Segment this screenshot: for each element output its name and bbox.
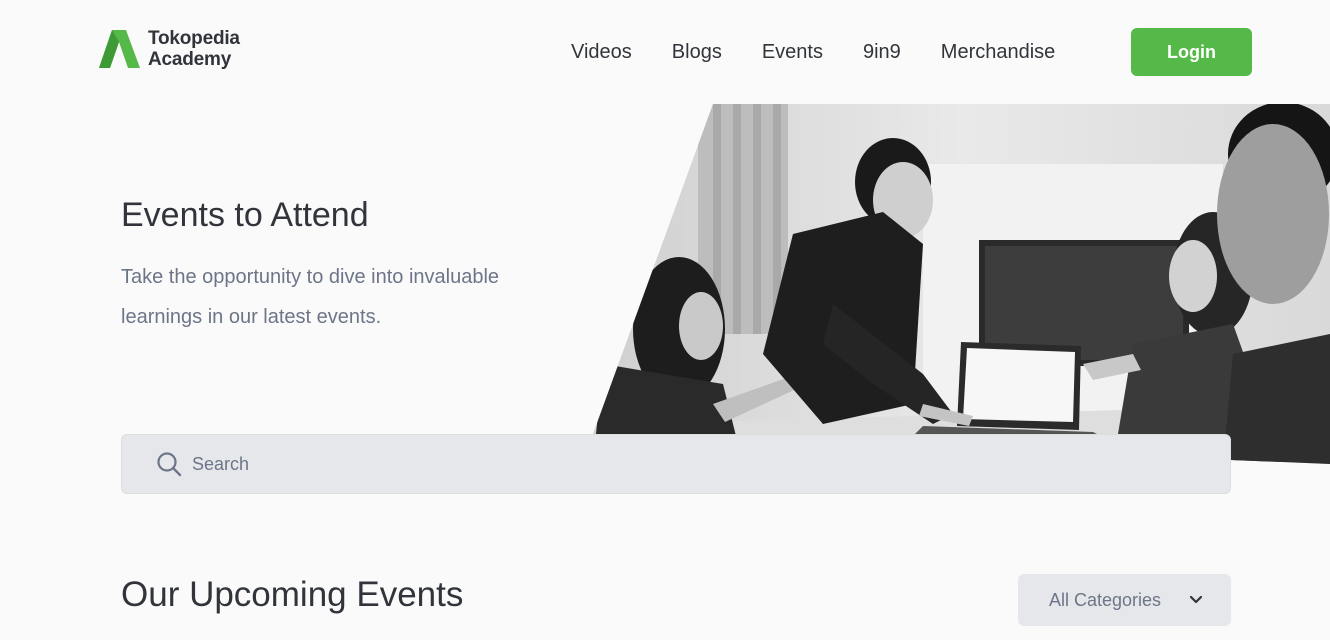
search-input[interactable] bbox=[192, 453, 1092, 475]
nav-item-merchandise[interactable]: Merchandise bbox=[941, 38, 1056, 66]
search-bar[interactable] bbox=[121, 434, 1231, 494]
hero-subtitle: Take the opportunity to dive into invalu… bbox=[121, 266, 500, 328]
login-button[interactable]: Login bbox=[1131, 28, 1252, 76]
category-dropdown[interactable]: All Categories bbox=[1018, 574, 1231, 626]
nav-item-9in9[interactable]: 9in9 bbox=[863, 38, 901, 66]
brand-wordmark: Tokopedia Academy bbox=[148, 28, 240, 70]
page: Tokopedia Academy Videos Blogs Events 9i… bbox=[0, 0, 1330, 640]
nav-item-events[interactable]: Events bbox=[762, 38, 823, 66]
brand-line2: Academy bbox=[148, 49, 232, 70]
hero-title: Events to Attend bbox=[121, 196, 369, 234]
search-icon bbox=[156, 451, 182, 477]
chevron-down-icon bbox=[1189, 595, 1203, 604]
category-dropdown-label: All Categories bbox=[1049, 589, 1162, 610]
brand-logo[interactable]: Tokopedia Academy bbox=[98, 28, 240, 70]
site-header: Tokopedia Academy Videos Blogs Events 9i… bbox=[0, 0, 1330, 104]
main-nav: Videos Blogs Events 9in9 Merchandise bbox=[571, 38, 1095, 66]
hero-photo bbox=[593, 104, 1330, 464]
upcoming-events-title: Our Upcoming Events bbox=[121, 575, 464, 614]
nav-item-blogs[interactable]: Blogs bbox=[672, 38, 722, 66]
tokopedia-academy-logo-icon bbox=[99, 30, 140, 68]
brand-line1: Tokopedia bbox=[148, 28, 240, 49]
nav-item-videos[interactable]: Videos bbox=[571, 38, 632, 66]
